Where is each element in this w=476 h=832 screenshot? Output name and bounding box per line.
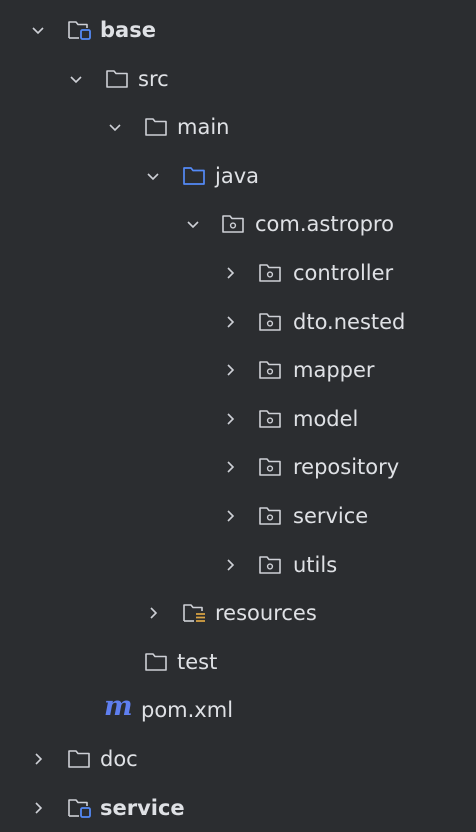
tree-label: base [100, 16, 156, 44]
resources-folder-icon [182, 601, 208, 625]
chevron-down-icon[interactable] [185, 216, 201, 232]
folder-icon [144, 115, 170, 139]
tree-label: controller [293, 259, 393, 287]
package-icon [258, 553, 284, 577]
tree-row-src[interactable]: src [0, 55, 476, 104]
tree-row-service-module[interactable]: service [0, 784, 476, 832]
tree-row-pom[interactable]: m pom.xml [0, 686, 476, 735]
chevron-right-icon[interactable] [222, 265, 238, 281]
tree-row-doc[interactable]: doc [0, 735, 476, 784]
chevron-down-icon[interactable] [145, 168, 161, 184]
tree-label: repository [293, 453, 399, 481]
chevron-right-icon[interactable] [30, 800, 46, 816]
chevron-right-icon[interactable] [222, 314, 238, 330]
source-root-folder-icon [182, 164, 208, 188]
tree-label: dto.nested [293, 308, 405, 336]
project-tree: base src main java com.astropro controll… [0, 6, 476, 832]
package-icon [258, 358, 284, 382]
tree-label: java [215, 162, 259, 190]
chevron-right-icon[interactable] [222, 557, 238, 573]
tree-label: mapper [293, 356, 375, 384]
tree-row-main[interactable]: main [0, 103, 476, 152]
tree-label: src [138, 65, 169, 93]
package-icon [258, 455, 284, 479]
tree-label: pom.xml [141, 696, 233, 724]
tree-row-package[interactable]: service [0, 492, 476, 541]
tree-row-java[interactable]: java [0, 152, 476, 201]
folder-icon [105, 67, 131, 91]
chevron-right-icon[interactable] [222, 508, 238, 524]
chevron-down-icon[interactable] [30, 22, 46, 38]
folder-icon [67, 747, 93, 771]
package-icon [221, 212, 247, 236]
tree-row-package[interactable]: model [0, 395, 476, 444]
folder-icon [144, 650, 170, 674]
chevron-right-icon[interactable] [145, 605, 161, 621]
tree-row-package[interactable]: mapper [0, 346, 476, 395]
tree-row-test[interactable]: test [0, 638, 476, 687]
module-folder-icon [67, 796, 93, 820]
chevron-down-icon[interactable] [68, 71, 84, 87]
package-icon [258, 261, 284, 285]
tree-label: utils [293, 551, 337, 579]
tree-label: service [100, 794, 185, 822]
tree-row-package[interactable]: utils [0, 541, 476, 590]
chevron-right-icon[interactable] [222, 362, 238, 378]
package-icon [258, 407, 284, 431]
module-folder-icon [67, 18, 93, 42]
package-icon [258, 310, 284, 334]
tree-label: com.astropro [255, 210, 394, 238]
package-icon [258, 504, 284, 528]
tree-label: service [293, 502, 368, 530]
chevron-down-icon[interactable] [107, 119, 123, 135]
tree-row-base[interactable]: base [0, 6, 476, 55]
chevron-right-icon[interactable] [30, 751, 46, 767]
tree-row-com-astropro[interactable]: com.astropro [0, 200, 476, 249]
maven-m-icon: m [104, 692, 133, 722]
tree-label: main [177, 113, 229, 141]
tree-label: doc [100, 745, 138, 773]
chevron-right-icon[interactable] [222, 411, 238, 427]
tree-row-package[interactable]: controller [0, 249, 476, 298]
tree-label: resources [215, 599, 317, 627]
tree-row-package[interactable]: dto.nested [0, 298, 476, 347]
tree-label: model [293, 405, 358, 433]
tree-label: test [177, 648, 217, 676]
chevron-right-icon[interactable] [222, 459, 238, 475]
tree-row-resources[interactable]: resources [0, 589, 476, 638]
tree-row-package[interactable]: repository [0, 443, 476, 492]
